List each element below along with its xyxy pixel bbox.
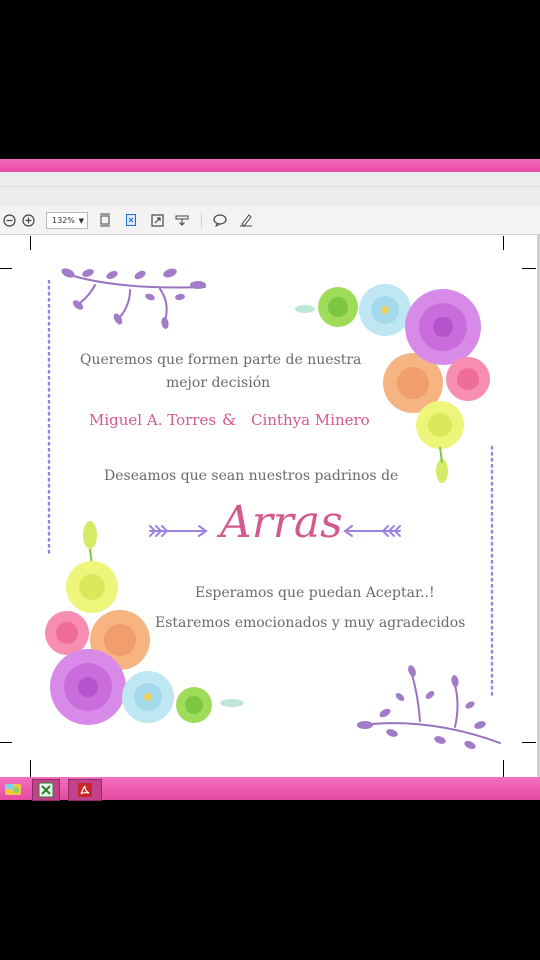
print-icon[interactable] xyxy=(175,212,189,228)
chevron-down-icon: ▼ xyxy=(78,216,84,225)
fullscreen-icon[interactable] xyxy=(150,212,164,228)
window-top-bar xyxy=(0,159,540,172)
invitation-line-5: Estaremos emocionados y muy agradecidos xyxy=(155,615,466,631)
comment-icon[interactable] xyxy=(212,212,227,228)
menu-band xyxy=(0,172,540,207)
fit-width-icon[interactable] xyxy=(124,212,138,228)
zoom-in-icon[interactable] xyxy=(21,212,35,228)
arrow-left-decoration xyxy=(149,525,208,537)
toolbar-divider xyxy=(201,213,202,228)
invitation-line-2: mejor decisión xyxy=(166,375,271,391)
lavender-branch-topleft xyxy=(61,268,206,329)
lavender-branch-bottomright xyxy=(357,665,501,750)
taskbar xyxy=(0,777,540,801)
pdf-toolbar: 132% ▼ xyxy=(0,206,540,235)
invitation-line-1: Queremos que formen parte de nuestra xyxy=(80,352,362,368)
sign-icon[interactable] xyxy=(238,212,253,228)
fit-page-icon[interactable] xyxy=(98,212,112,228)
bride-name: Cinthya Minero xyxy=(251,411,370,429)
flower-cluster-topright xyxy=(295,284,490,483)
invitation-card: Queremos que formen parte de nuestra mej… xyxy=(0,235,540,777)
arrow-right-decoration xyxy=(343,525,401,537)
zoom-select[interactable]: 132% ▼ xyxy=(46,212,88,229)
invitation-line-3: Deseamos que sean nuestros padrinos de xyxy=(104,468,399,484)
ampersand: & xyxy=(222,410,237,429)
excel-icon[interactable] xyxy=(32,779,60,801)
acrobat-icon[interactable] xyxy=(68,779,102,801)
photos-icon[interactable] xyxy=(0,779,26,799)
zoom-value: 132% xyxy=(52,216,75,225)
groom-name: Miguel A. Torres xyxy=(89,411,217,429)
invitation-line-4: Esperamos que puedan Aceptar..! xyxy=(195,585,435,601)
zoom-out-icon[interactable] xyxy=(2,212,16,228)
title-arras: Arras xyxy=(220,497,343,548)
